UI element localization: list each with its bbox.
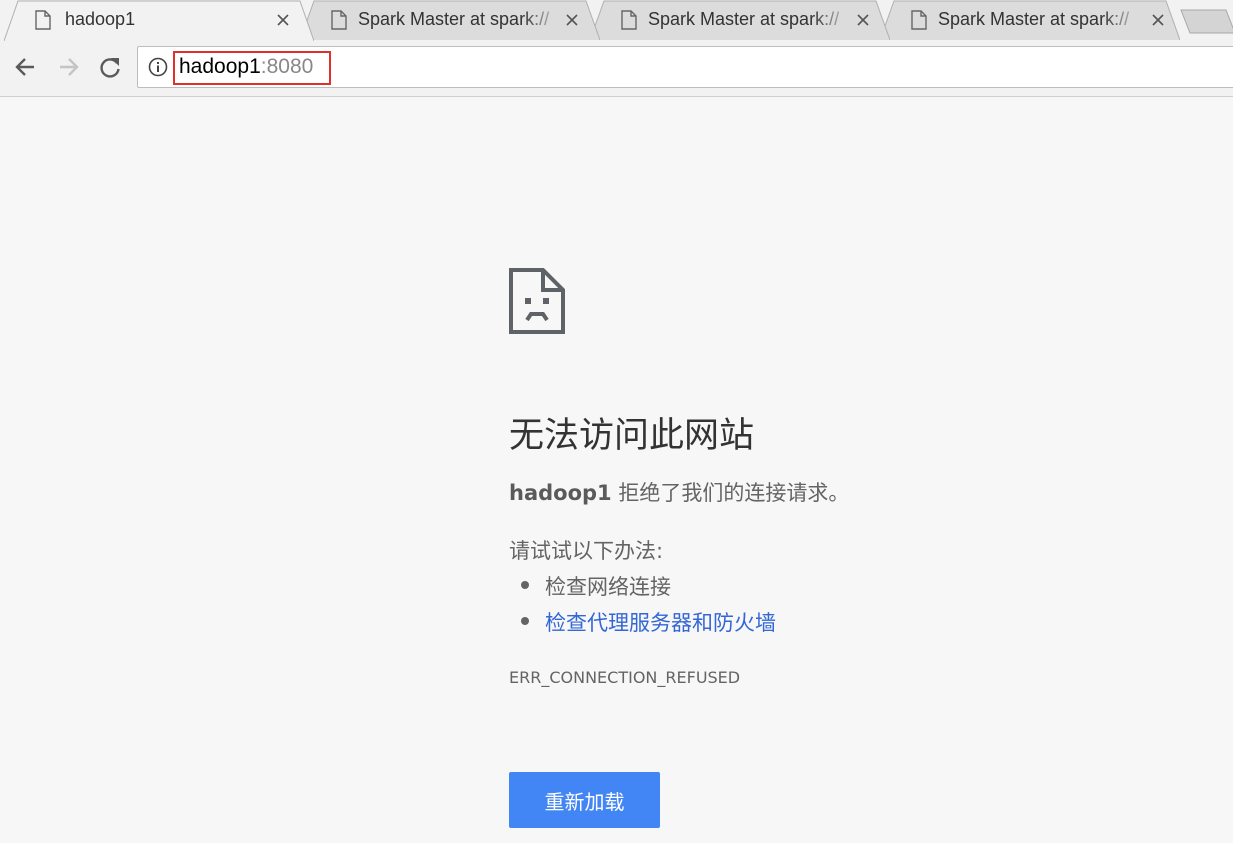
suggestions-list: 检查代理服务器和防火墙 <box>521 607 776 637</box>
page-title: 无法访问此网站 <box>509 416 755 456</box>
document-icon <box>911 10 927 30</box>
close-tab-icon[interactable] <box>564 12 580 28</box>
suggestions-list: 检查网络连接 <box>521 571 671 601</box>
info-icon[interactable] <box>148 57 168 77</box>
close-tab-icon[interactable] <box>855 12 871 28</box>
tab-strip: Spark Master at spark:// Spark Master at… <box>0 0 1233 41</box>
suggestion-check-connection: 检查网络连接 <box>521 571 671 601</box>
url-host: hadoop1 <box>179 55 261 78</box>
forward-icon[interactable] <box>55 54 81 80</box>
new-tab-button[interactable] <box>1180 8 1233 34</box>
tab-hadoop1[interactable]: hadoop1 <box>4 0 314 41</box>
tab-title: Spark Master at spark:// <box>938 9 1130 29</box>
url-port: :8080 <box>260 55 314 78</box>
tab-spark-master-1[interactable]: Spark Master at spark:// <box>300 0 600 40</box>
bullet <box>521 617 529 625</box>
tab-title: Spark Master at spark:// <box>648 9 840 29</box>
back-icon[interactable] <box>13 54 39 80</box>
sad-page-icon <box>509 268 565 334</box>
suggestions-heading: 请试试以下办法: <box>509 539 664 563</box>
error-message-text: 拒绝了我们的连接请求。 <box>611 481 850 505</box>
suggestion-link[interactable]: 检查代理服务器和防火墙 <box>545 611 776 635</box>
error-message: hadoop1 拒绝了我们的连接请求。 <box>509 477 849 507</box>
address-bar[interactable]: hadoop1:8080 <box>137 46 1233 88</box>
reload-icon[interactable] <box>97 54 123 80</box>
tab-title: hadoop1 <box>65 9 136 29</box>
error-code: ERR_CONNECTION_REFUSED <box>509 668 741 687</box>
tab-spark-master-2[interactable]: Spark Master at spark:// <box>590 0 890 40</box>
toolbar: hadoop1:8080 <box>0 40 1233 97</box>
close-tab-icon[interactable] <box>1150 12 1166 28</box>
document-icon <box>331 10 347 30</box>
close-tab-icon[interactable] <box>275 12 291 28</box>
reload-button[interactable]: 重新加载 <box>509 772 660 828</box>
url-text[interactable]: hadoop1:8080 <box>179 55 313 79</box>
error-host: hadoop1 <box>509 481 612 505</box>
tab-title: Spark Master at spark:// <box>358 9 550 29</box>
suggestion-text: 检查网络连接 <box>545 575 671 599</box>
tab-spark-master-3[interactable]: Spark Master at spark:// <box>880 0 1180 40</box>
bullet <box>521 581 529 589</box>
suggestion-check-proxy-firewall[interactable]: 检查代理服务器和防火墙 <box>521 607 776 637</box>
document-icon <box>621 10 637 30</box>
document-icon <box>35 10 51 30</box>
